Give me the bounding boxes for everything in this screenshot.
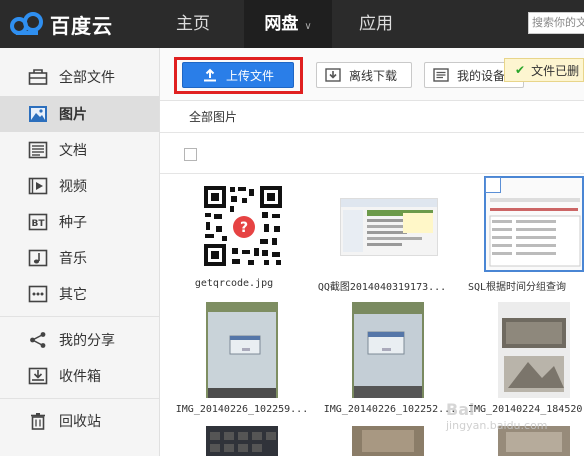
- nav-netdisk[interactable]: 网盘 ∨: [244, 0, 332, 48]
- music-icon: [27, 247, 49, 269]
- svg-text:BT: BT: [32, 219, 46, 229]
- bt-icon: BT: [27, 211, 49, 233]
- photo-thumbnail: [352, 302, 424, 398]
- nav-home[interactable]: 主页: [152, 0, 234, 48]
- inbox-icon: [27, 365, 49, 387]
- document-icon: [27, 139, 49, 161]
- toast-text: 文件已删: [531, 63, 580, 78]
- sidebar-item-inbox[interactable]: 收件箱: [0, 358, 159, 394]
- briefcase-icon: [27, 66, 49, 88]
- sidebar-item-label: 文档: [59, 143, 87, 159]
- sidebar-item-all-files[interactable]: 全部文件: [0, 59, 159, 95]
- sidebar-item-my-share[interactable]: 我的分享: [0, 322, 159, 358]
- qr-code-thumbnail: ?: [202, 184, 284, 268]
- my-devices-label: 我的设备: [457, 68, 506, 83]
- file-name: SQL根据时间分组查询: [468, 282, 567, 293]
- sidebar-item-videos[interactable]: 视频: [0, 168, 159, 204]
- download-icon: [325, 68, 341, 82]
- offline-download-label: 离线下载: [349, 68, 398, 83]
- trash-icon: [27, 410, 49, 432]
- sidebar-item-documents[interactable]: 文档: [0, 132, 159, 168]
- status-toast: ✔ 文件已删: [504, 58, 584, 82]
- file-tile[interactable]: [352, 426, 424, 456]
- select-all-row: [160, 132, 584, 174]
- screenshot-thumbnail: [340, 198, 438, 256]
- sidebar-item-label: 图片: [59, 107, 87, 123]
- check-icon: ✔: [515, 63, 526, 77]
- file-name: getqrcode.jpg: [194, 278, 274, 289]
- watermark: Bai jingyan.baidu.com: [446, 400, 548, 432]
- sidebar: 全部文件 图片 文档 视频 BT 种子 音乐 其它 我的分享 收件箱 回收站: [0, 48, 160, 456]
- file-tile[interactable]: ? getqrcode.jpg: [172, 180, 296, 294]
- file-name: QQ截图2014040319173...: [317, 282, 447, 293]
- image-icon: [27, 103, 49, 125]
- file-name: IMG_20140226_102259...: [175, 404, 309, 415]
- sidebar-item-label: 回收站: [59, 414, 101, 430]
- file-tile[interactable]: SQL根据时间分组查询: [466, 176, 584, 294]
- file-tile[interactable]: QQ截图2014040319173...: [304, 180, 460, 294]
- sidebar-item-other[interactable]: 其它: [0, 276, 159, 312]
- sidebar-item-label: 种子: [59, 215, 87, 231]
- video-icon: [27, 175, 49, 197]
- sidebar-item-images[interactable]: 图片: [0, 96, 159, 132]
- breadcrumb[interactable]: 全部图片: [189, 108, 237, 125]
- photo-thumbnail: [206, 302, 278, 398]
- svg-text:?: ?: [240, 220, 248, 236]
- logo-text: 百度云: [50, 13, 113, 38]
- device-icon: [433, 68, 449, 82]
- file-tile[interactable]: IMG_20140226_102259...: [172, 300, 312, 416]
- highlight-frame: [174, 57, 303, 94]
- top-bar: 百度云 主页 网盘 ∨ 应用 搜索你的文: [0, 0, 584, 48]
- tile-checkbox[interactable]: [485, 177, 501, 193]
- offline-download-button[interactable]: 离线下载: [316, 62, 412, 88]
- sidebar-item-label: 视频: [59, 179, 87, 195]
- watermark-brand: Bai: [446, 400, 475, 419]
- sidebar-item-music[interactable]: 音乐: [0, 240, 159, 276]
- file-tile[interactable]: IMG_20140224_184520: [466, 300, 584, 416]
- sidebar-item-recycle-bin[interactable]: 回收站: [0, 403, 159, 439]
- photo-thumbnail: [352, 426, 424, 456]
- logo[interactable]: 百度云: [10, 9, 113, 39]
- sidebar-divider: [0, 398, 159, 399]
- sidebar-divider: [0, 316, 159, 317]
- file-tile[interactable]: [206, 426, 278, 456]
- share-icon: [27, 329, 49, 351]
- select-all-checkbox[interactable]: [184, 148, 197, 161]
- photo-thumbnail: [498, 302, 570, 398]
- file-tile[interactable]: IMG_20140226_102252...: [318, 300, 462, 416]
- nav-apps[interactable]: 应用: [336, 0, 416, 48]
- sidebar-item-torrents[interactable]: BT 种子: [0, 204, 159, 240]
- more-icon: [27, 283, 49, 305]
- sidebar-item-label: 我的分享: [59, 333, 115, 349]
- nav-netdisk-label: 网盘: [264, 14, 299, 34]
- sidebar-item-label: 音乐: [59, 251, 87, 267]
- chevron-down-icon: ∨: [304, 21, 312, 32]
- file-name: IMG_20140226_102252...: [323, 404, 457, 415]
- search-input[interactable]: 搜索你的文: [528, 12, 584, 34]
- cloud-logo-icon: [10, 12, 43, 35]
- sidebar-item-label: 收件箱: [59, 369, 101, 385]
- watermark-url: jingyan.baidu.com: [446, 419, 548, 432]
- sidebar-item-label: 全部文件: [59, 70, 115, 86]
- photo-thumbnail: [206, 426, 278, 456]
- sidebar-item-label: 其它: [59, 287, 87, 303]
